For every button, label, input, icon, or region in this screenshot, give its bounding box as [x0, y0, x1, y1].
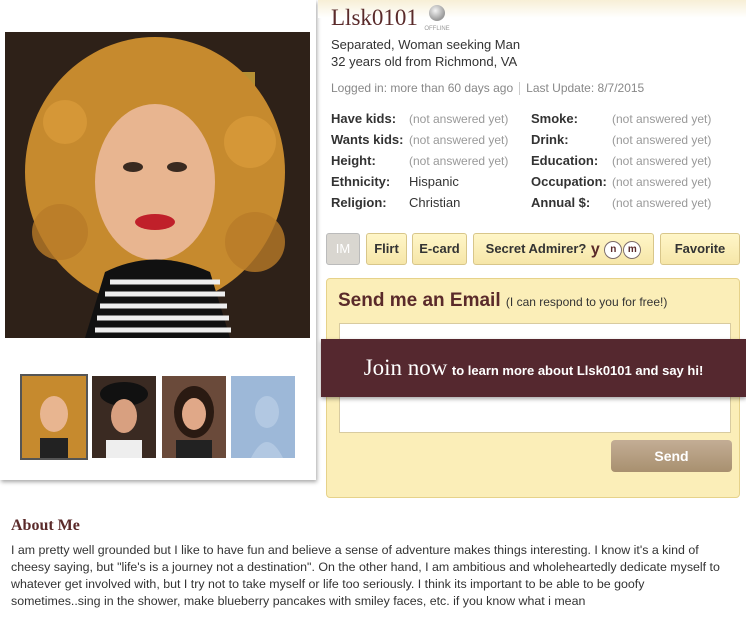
- summary-seeking: Separated, Woman seeking Man: [331, 37, 521, 52]
- main-profile-photo[interactable]: [5, 32, 310, 338]
- secret-admirer-yes-heart-icon[interactable]: y: [587, 241, 603, 258]
- secret-admirer-label: Secret Admirer?: [485, 241, 587, 256]
- thumbnail-photo-2[interactable]: [92, 376, 156, 458]
- thumbnail-photo-1[interactable]: [20, 374, 88, 460]
- email-panel-title: Send me an Email (I can respond to you f…: [338, 290, 667, 312]
- secret-admirer-button[interactable]: Secret Admirer? y n m: [473, 233, 654, 265]
- attr-education: Education: (not answered yet): [531, 153, 712, 168]
- attr-have-kids: Have kids: (not answered yet): [331, 111, 509, 126]
- attr-annual-income: Annual $: (not answered yet): [531, 195, 712, 210]
- thumbnail-placeholder[interactable]: [231, 376, 295, 458]
- photo-panel: [0, 0, 316, 480]
- ecard-button[interactable]: E-card: [412, 233, 467, 265]
- about-me-text: I am pretty well grounded but I like to …: [11, 543, 720, 608]
- attributes-left-column: Have kids: (not answered yet) Wants kids:…: [331, 110, 508, 215]
- join-now-heading: Join now: [363, 355, 448, 380]
- join-now-subtext: to learn more about Llsk0101 and say hi!: [451, 363, 704, 378]
- thumbnail-photo-3[interactable]: [162, 376, 226, 458]
- offline-status-label: OFFLINE: [424, 26, 449, 32]
- summary-age-location: 32 years old from Richmond, VA: [331, 54, 518, 69]
- secret-admirer-no-option[interactable]: n: [604, 240, 623, 259]
- favorite-button[interactable]: Favorite: [660, 233, 740, 265]
- join-now-banner[interactable]: Join now to learn more about Llsk0101 an…: [321, 339, 746, 397]
- attr-occupation: Occupation: (not answered yet): [531, 174, 712, 189]
- profile-username: Llsk0101: [331, 5, 418, 30]
- email-free-note: (I can respond to you for free!): [505, 295, 668, 309]
- send-button[interactable]: Send: [611, 440, 732, 472]
- flirt-button[interactable]: Flirt: [366, 233, 407, 265]
- attributes-right-column: Smoke: (not answered yet) Drink: (not answ…: [531, 110, 711, 215]
- profile-summary: Separated, Woman seeking Man 32 years ol…: [331, 36, 520, 70]
- attr-drink: Drink: (not answered yet): [531, 132, 712, 147]
- attr-ethnicity: Ethnicity: Hispanic: [331, 174, 459, 189]
- offline-status-icon: OFFLINE: [424, 4, 450, 32]
- attr-height: Height: (not answered yet): [331, 153, 509, 168]
- attr-wants-kids: Wants kids: (not answered yet): [331, 132, 509, 147]
- profile-activity-meta: Logged in: more than 60 days ago Last Upd…: [331, 81, 645, 96]
- attr-smoke: Smoke: (not answered yet): [531, 111, 712, 126]
- logged-in-text: Logged in: more than 60 days ago: [331, 81, 514, 95]
- attr-religion: Religion: Christian: [331, 195, 461, 210]
- secret-admirer-maybe-option[interactable]: m: [623, 240, 642, 259]
- about-me-title: About Me: [11, 517, 80, 534]
- meta-divider: [519, 82, 521, 96]
- im-button[interactable]: IM: [326, 233, 360, 265]
- email-title-text: Send me an Email: [338, 290, 501, 311]
- last-update-text: Last Update: 8/7/2015: [526, 81, 645, 95]
